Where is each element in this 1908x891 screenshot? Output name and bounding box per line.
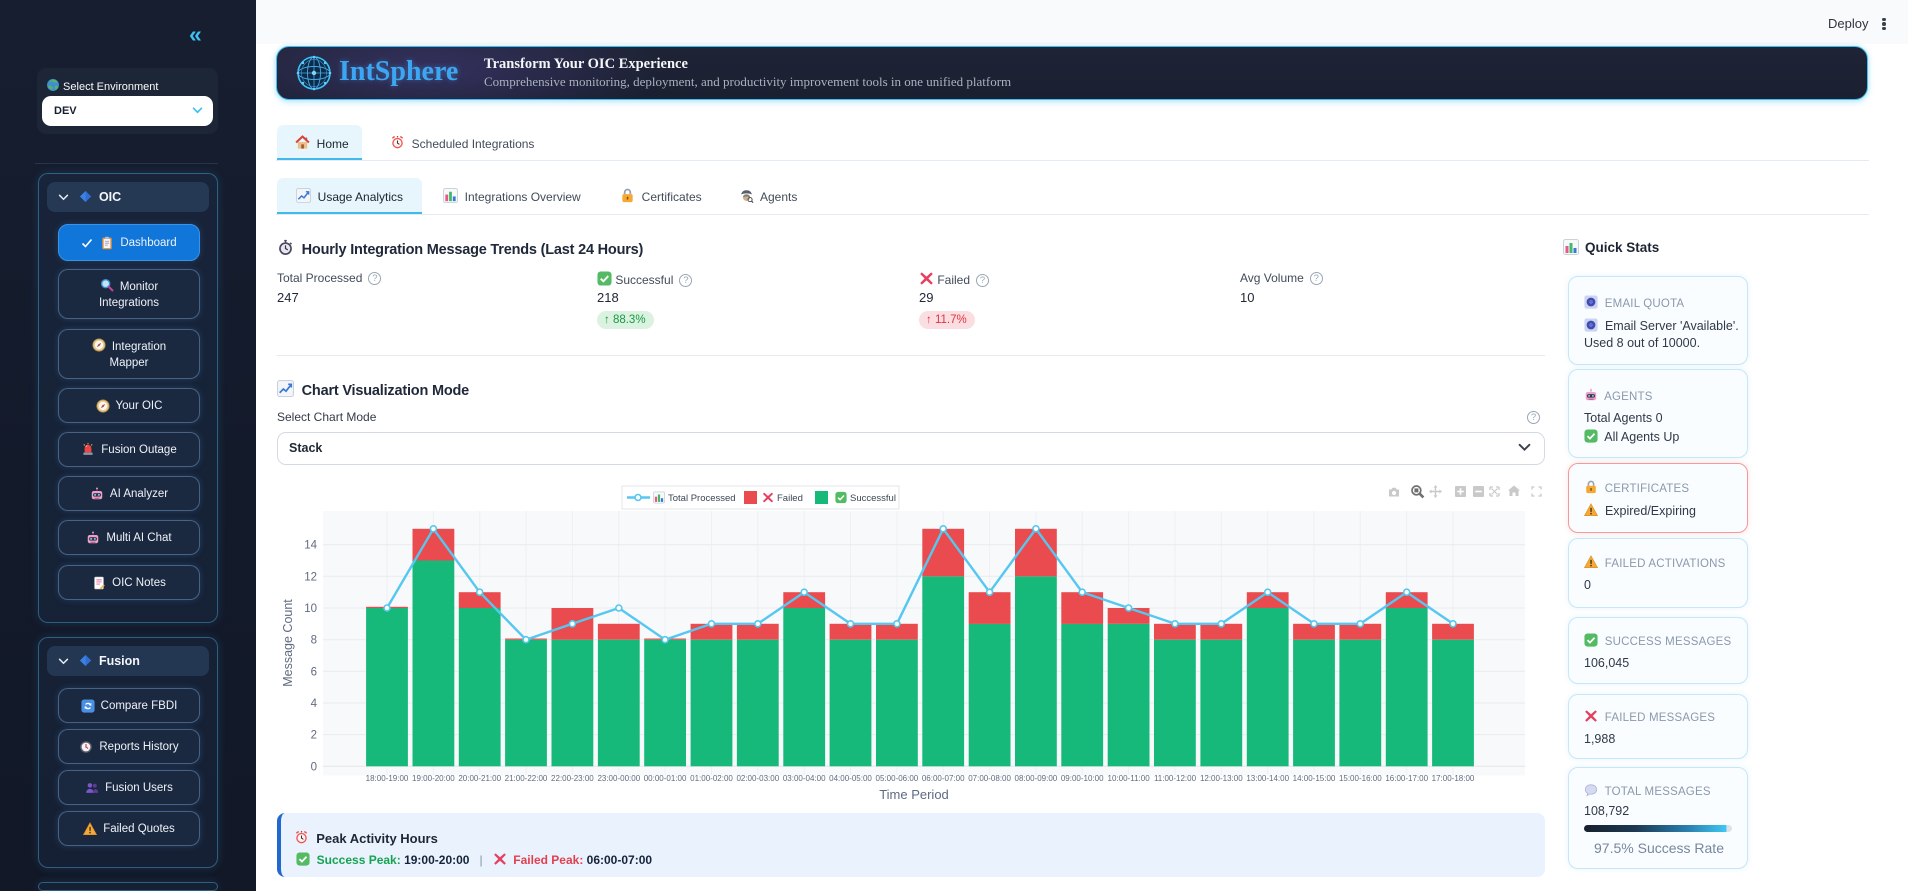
- svg-text:11:00-12:00: 11:00-12:00: [1154, 774, 1197, 783]
- svg-text:19:00-20:00: 19:00-20:00: [412, 774, 455, 783]
- svg-text:08:00-09:00: 08:00-09:00: [1015, 774, 1058, 783]
- svg-text:13:00-14:00: 13:00-14:00: [1246, 774, 1289, 783]
- svg-text:18:00-19:00: 18:00-19:00: [366, 774, 409, 783]
- svg-text:07:00-08:00: 07:00-08:00: [968, 774, 1011, 783]
- svg-text:06:00-07:00: 06:00-07:00: [922, 774, 965, 783]
- svg-text:12:00-13:00: 12:00-13:00: [1200, 774, 1243, 783]
- svg-text:02:00-03:00: 02:00-03:00: [736, 774, 779, 783]
- svg-text:6: 6: [311, 666, 317, 678]
- svg-text:03:00-04:00: 03:00-04:00: [783, 774, 826, 783]
- svg-text:0: 0: [311, 761, 317, 773]
- svg-text:12: 12: [304, 571, 317, 583]
- svg-text:Message Count: Message Count: [281, 599, 295, 687]
- svg-text:23:00-00:00: 23:00-00:00: [597, 774, 640, 783]
- svg-text:20:00-21:00: 20:00-21:00: [458, 774, 501, 783]
- svg-text:Total Processed: Total Processed: [668, 493, 736, 504]
- svg-text:15:00-16:00: 15:00-16:00: [1339, 774, 1382, 783]
- svg-text:14:00-15:00: 14:00-15:00: [1293, 774, 1336, 783]
- svg-text:17:00-18:00: 17:00-18:00: [1432, 774, 1475, 783]
- svg-text:16:00-17:00: 16:00-17:00: [1385, 774, 1428, 783]
- svg-text:00:00-01:00: 00:00-01:00: [644, 774, 687, 783]
- svg-text:Time Period: Time Period: [879, 787, 949, 802]
- svg-text:Successful: Successful: [850, 493, 896, 504]
- svg-text:21:00-22:00: 21:00-22:00: [505, 774, 548, 783]
- svg-text:09:00-10:00: 09:00-10:00: [1061, 774, 1104, 783]
- svg-text:2: 2: [311, 730, 317, 742]
- svg-text:01:00-02:00: 01:00-02:00: [690, 774, 733, 783]
- svg-text:4: 4: [311, 698, 318, 710]
- svg-text:04:00-05:00: 04:00-05:00: [829, 774, 872, 783]
- svg-text:Failed: Failed: [777, 493, 803, 504]
- svg-text:14: 14: [304, 540, 317, 552]
- svg-text:10: 10: [304, 603, 317, 615]
- svg-text:10:00-11:00: 10:00-11:00: [1108, 774, 1151, 783]
- svg-text:8: 8: [311, 635, 317, 647]
- svg-text:05:00-06:00: 05:00-06:00: [876, 774, 919, 783]
- svg-text:22:00-23:00: 22:00-23:00: [551, 774, 594, 783]
